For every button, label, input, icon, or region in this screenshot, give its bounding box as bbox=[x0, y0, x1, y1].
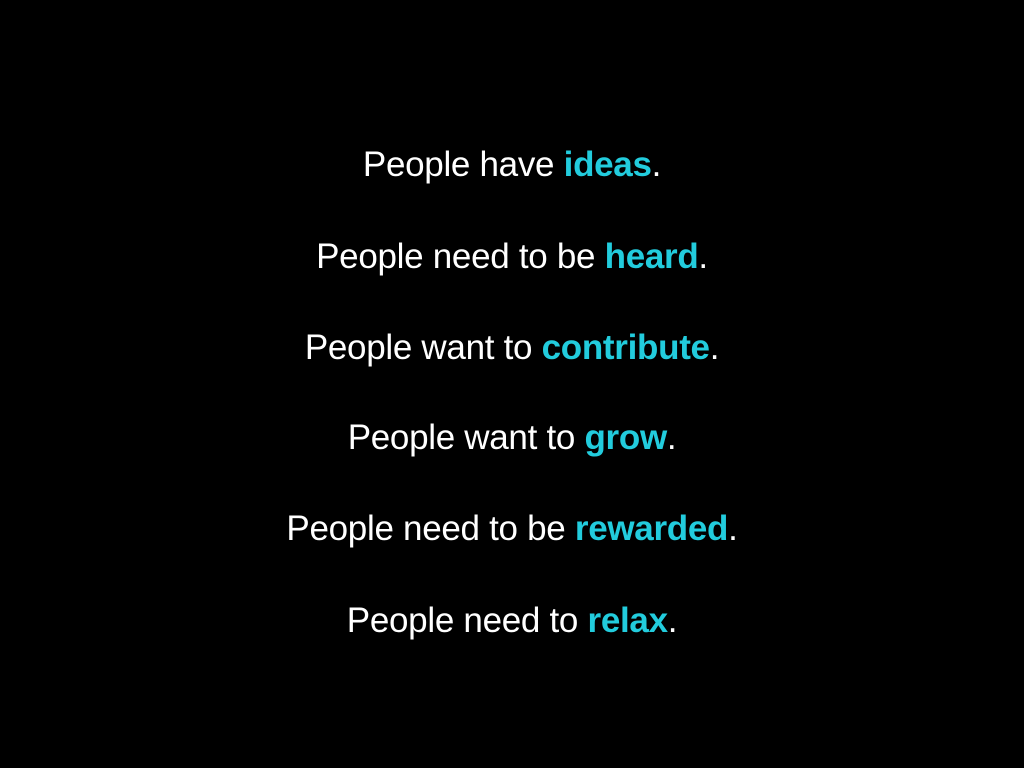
statement-keyword: ideas bbox=[563, 145, 652, 184]
statement-grow: People want to grow. bbox=[0, 418, 1024, 458]
statement-period: . bbox=[651, 145, 662, 184]
statement-contribute: People want to contribute. bbox=[0, 328, 1024, 368]
statement-keyword: grow bbox=[584, 418, 667, 457]
statement-rewarded: People need to be rewarded. bbox=[0, 509, 1024, 549]
statement-period: . bbox=[698, 237, 708, 276]
statement-lead: People want to bbox=[347, 418, 585, 457]
statement-lead: People need to be bbox=[316, 237, 605, 276]
statement-period: . bbox=[709, 328, 720, 367]
statement-keyword: contribute bbox=[541, 328, 710, 367]
statement-keyword: rewarded bbox=[574, 509, 729, 548]
statement-relax: People need to relax. bbox=[0, 601, 1024, 641]
statement-ideas: People have ideas. bbox=[0, 145, 1024, 185]
statement-keyword: relax bbox=[587, 601, 669, 640]
statement-period: . bbox=[667, 601, 678, 640]
statement-period: . bbox=[728, 509, 738, 548]
statement-lead: People want to bbox=[304, 328, 542, 367]
statement-lead: People need to be bbox=[286, 509, 575, 548]
slide: People have ideas. People need to be hea… bbox=[0, 0, 1024, 768]
statement-lead: People need to bbox=[346, 601, 588, 640]
statement-keyword: heard bbox=[604, 237, 699, 276]
statement-lead: People have bbox=[362, 145, 564, 184]
statement-period: . bbox=[666, 418, 677, 457]
statement-heard: People need to be heard. bbox=[0, 237, 1024, 277]
